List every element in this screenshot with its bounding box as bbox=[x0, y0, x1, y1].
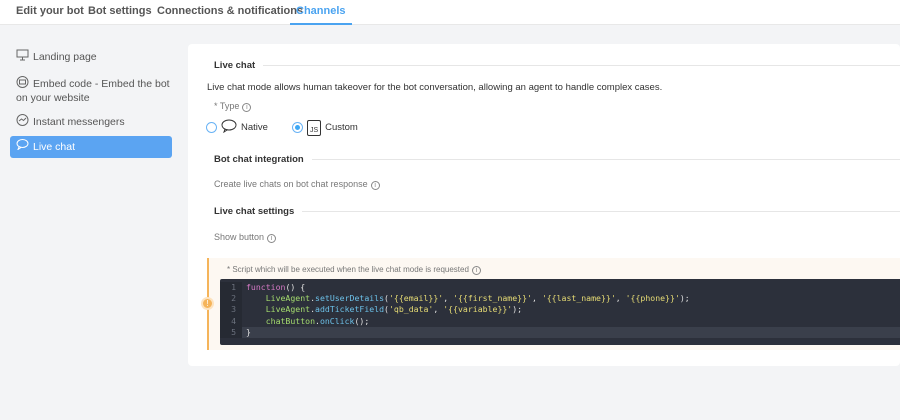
live-chat-description: Live chat mode allows human takeover for… bbox=[207, 82, 663, 93]
code-token: function bbox=[246, 282, 286, 292]
code-token: 'qb_data' bbox=[388, 304, 434, 315]
code-token: ); bbox=[512, 304, 523, 315]
code-token: } bbox=[246, 326, 251, 337]
chat-bubble-icon bbox=[16, 136, 29, 158]
code-line[interactable]: 1 function() { bbox=[220, 282, 900, 294]
info-icon[interactable]: i bbox=[370, 181, 380, 190]
messenger-icon bbox=[16, 114, 29, 130]
line-number: 5 bbox=[220, 326, 242, 339]
create-live-chats-option: Create live chats on bot chat response i bbox=[214, 179, 380, 190]
code-token: LiveAgent bbox=[265, 293, 311, 304]
line-number: 1 bbox=[220, 282, 242, 294]
code-text: LiveAgent.addTicketField('qb_data', '{{v… bbox=[242, 304, 522, 315]
code-editor[interactable]: 1 function() {2 LiveAgent.setUserDetails(… bbox=[220, 279, 900, 345]
sidebar-item-label: Embed code - Embed the bot on your websi… bbox=[16, 77, 170, 104]
live-chat-card: Live chat Live chat mode allows human ta… bbox=[188, 44, 900, 366]
line-number: 2 bbox=[220, 293, 242, 305]
line-number: 4 bbox=[220, 315, 242, 327]
code-token: LiveAgent bbox=[265, 304, 311, 315]
radio-native[interactable] bbox=[206, 122, 217, 133]
sidebar-item-landing-page[interactable]: Landing page bbox=[10, 49, 172, 65]
script-label: * Script which will be executed when the… bbox=[227, 265, 481, 275]
code-token: setUserDetails bbox=[315, 293, 385, 304]
tab-bot-settings[interactable]: Bot settings bbox=[88, 5, 152, 25]
code-line[interactable]: 3 LiveAgent.addTicketField('qb_data', '{… bbox=[220, 304, 900, 316]
code-token: chatButton bbox=[265, 315, 316, 326]
code-token: () { bbox=[285, 282, 306, 292]
sidebar-item-embed-code[interactable]: Embed code - Embed the bot on your websi… bbox=[10, 76, 170, 105]
code-token: (); bbox=[354, 315, 370, 326]
type-label: * Type i bbox=[214, 101, 252, 112]
sidebar-item-label: Landing page bbox=[33, 50, 97, 63]
code-token: addTicketField bbox=[315, 304, 385, 315]
line-number: 3 bbox=[220, 304, 242, 316]
section-bot-chat-integration: Bot chat integration bbox=[214, 154, 900, 165]
embed-icon bbox=[16, 76, 29, 92]
type-label-text: * Type bbox=[214, 101, 240, 111]
code-text: LiveAgent.setUserDetails('{{email}}', '{… bbox=[242, 293, 690, 304]
script-label-text: * Script which will be executed when the… bbox=[227, 265, 469, 274]
section-live-chat: Live chat bbox=[214, 60, 900, 71]
sidebar-item-live-chat[interactable]: Live chat bbox=[10, 136, 172, 158]
code-text: chatButton.onClick(); bbox=[242, 315, 370, 327]
monitor-icon bbox=[16, 49, 29, 65]
code-line[interactable]: 2 LiveAgent.setUserDetails('{{email}}', … bbox=[220, 293, 900, 305]
radio-custom[interactable] bbox=[291, 122, 303, 133]
code-token: ); bbox=[679, 293, 690, 304]
tab-edit-your-bot[interactable]: Edit your bot bbox=[16, 5, 84, 25]
code-token: '{{email}}' bbox=[388, 293, 444, 304]
section-heading: Live chat settings bbox=[214, 206, 295, 217]
option-label: Create live chats on bot chat response bbox=[214, 179, 368, 189]
tab-connections[interactable]: Connections & notifications bbox=[157, 5, 303, 25]
chat-bubble-icon bbox=[221, 119, 237, 136]
radio-native-label[interactable]: Native bbox=[241, 122, 268, 133]
show-button-option: Show button i bbox=[214, 232, 277, 243]
code-token: , bbox=[433, 304, 444, 315]
sidebar-item-label: Live chat bbox=[33, 141, 76, 153]
code-line[interactable]: 5} bbox=[220, 326, 900, 339]
info-icon[interactable]: i bbox=[242, 103, 252, 112]
code-token: '{{last_name}}' bbox=[541, 293, 616, 304]
code-token: onClick bbox=[319, 315, 355, 326]
section-live-chat-settings: Live chat settings bbox=[214, 206, 900, 217]
code-text: function() { bbox=[242, 282, 305, 293]
script-field: ! * Script which will be executed when t… bbox=[201, 258, 900, 350]
code-token: '{{first_name}}' bbox=[453, 293, 532, 304]
warning-icon: ! bbox=[201, 297, 214, 310]
code-token: '{{phone}}' bbox=[625, 293, 680, 304]
code-token: , bbox=[615, 293, 626, 304]
code-token: '{{variable}}' bbox=[443, 304, 513, 315]
tab-channels[interactable]: Channels bbox=[290, 5, 352, 25]
tab-bar: Edit your bot Bot settings Connections &… bbox=[0, 0, 900, 25]
type-radio-group: Native JS Custom bbox=[206, 119, 358, 136]
radio-custom-label[interactable]: Custom bbox=[325, 122, 358, 133]
info-icon[interactable]: i bbox=[267, 234, 277, 243]
sidebar-item-instant-messengers[interactable]: Instant messengers bbox=[10, 114, 172, 130]
code-line[interactable]: 4 chatButton.onClick(); bbox=[220, 315, 900, 327]
js-icon: JS bbox=[306, 119, 322, 136]
section-heading: Bot chat integration bbox=[214, 154, 304, 165]
section-heading: Live chat bbox=[214, 60, 256, 71]
code-token: , bbox=[531, 293, 542, 304]
sidebar-item-label: Instant messengers bbox=[33, 115, 125, 128]
code-text: } bbox=[242, 327, 251, 338]
info-icon[interactable]: i bbox=[471, 266, 481, 275]
option-label: Show button bbox=[214, 232, 265, 242]
code-token: , bbox=[443, 293, 454, 304]
